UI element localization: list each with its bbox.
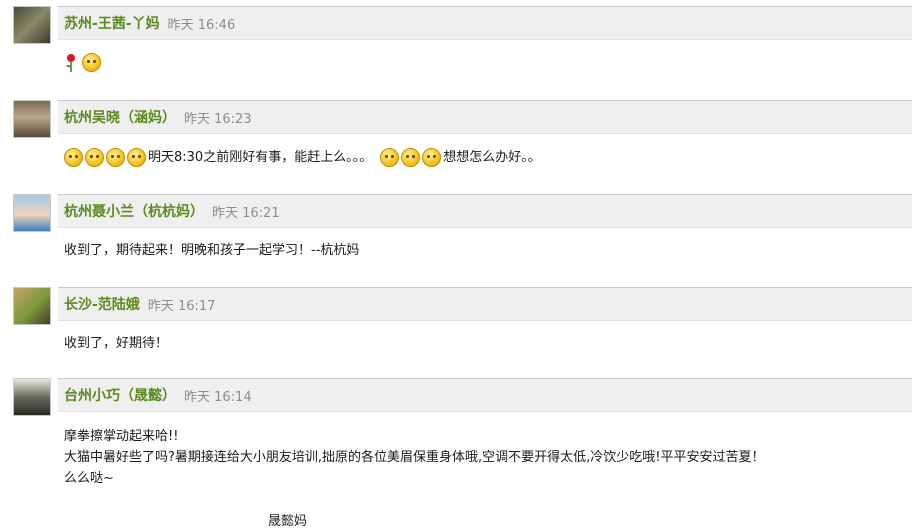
comment-body: 摩拳擦掌动起来哈!! 大猫中暑好些了吗?暑期接连给大小朋友培训,拙原的各位美眉保… <box>64 426 765 489</box>
author-name[interactable]: 长沙-范陆娥 <box>64 294 140 314</box>
timestamp: 昨天 16:23 <box>184 111 252 127</box>
avatar[interactable] <box>13 100 51 138</box>
worried-emoticon-icon <box>401 148 421 167</box>
author-name[interactable]: 台州小巧（晟懿） <box>64 385 176 405</box>
signature: 晟懿妈 <box>268 514 308 529</box>
comment-header: 杭州聂小兰（杭杭妈） 昨天 16:21 <box>58 194 912 228</box>
crying-emoticon-icon <box>85 148 104 167</box>
comment-text: 收到了，好期待！ <box>64 336 169 351</box>
comment-text: 么么哒~ <box>64 471 114 486</box>
rose-icon <box>64 53 78 73</box>
author-name[interactable]: 苏州-王茜-丫妈 <box>64 13 160 33</box>
comment-text: 想想怎么办好。。 <box>443 150 541 165</box>
author-name[interactable]: 杭州聂小兰（杭杭妈） <box>64 201 204 221</box>
comment-body: 明天8:30之前刚好有事，能赶上么。。。 想想怎么办好。。 <box>64 147 541 168</box>
timestamp: 昨天 16:17 <box>147 298 216 314</box>
comment-text: 大猫中暑好些了吗?暑期接连给大小朋友培训,拙原的各位美眉保重身体哦,空调不要开得… <box>64 450 765 465</box>
comment-header: 杭州吴晓（涵妈） 昨天 16:23 <box>58 100 912 134</box>
crying-emoticon-icon <box>127 148 146 167</box>
avatar[interactable] <box>13 6 51 44</box>
avatar[interactable] <box>13 194 51 232</box>
comment-text: 收到了，期待起来！明晚和孩子一起学习！--杭杭妈 <box>64 243 360 258</box>
avatar[interactable] <box>13 287 51 325</box>
crying-emoticon-icon <box>64 148 83 167</box>
comment-body <box>64 52 103 73</box>
crying-emoticon-icon <box>106 148 125 167</box>
grin-emoticon-icon <box>422 148 442 167</box>
timestamp: 昨天 16:46 <box>167 17 236 33</box>
timestamp: 昨天 16:21 <box>212 205 280 221</box>
comment-text: 明天8:30之前刚好有事，能赶上么。。。 <box>148 150 373 165</box>
comment-text: 摩拳擦掌动起来哈!! <box>64 429 179 444</box>
comment-body: 收到了，好期待！ <box>64 333 168 354</box>
timestamp: 昨天 16:14 <box>184 389 252 405</box>
avatar[interactable] <box>13 378 51 416</box>
comment-body: 收到了，期待起来！明晚和孩子一起学习！--杭杭妈 <box>64 240 359 261</box>
comment-header: 苏州-王茜-丫妈 昨天 16:46 <box>58 6 912 40</box>
author-name[interactable]: 杭州吴晓（涵妈） <box>64 107 176 127</box>
smiley-emoticon-icon <box>82 53 101 72</box>
worried-emoticon-icon <box>380 148 400 167</box>
comment-header: 长沙-范陆娥 昨天 16:17 <box>58 287 912 321</box>
comment-header: 台州小巧（晟懿） 昨天 16:14 <box>58 378 912 412</box>
